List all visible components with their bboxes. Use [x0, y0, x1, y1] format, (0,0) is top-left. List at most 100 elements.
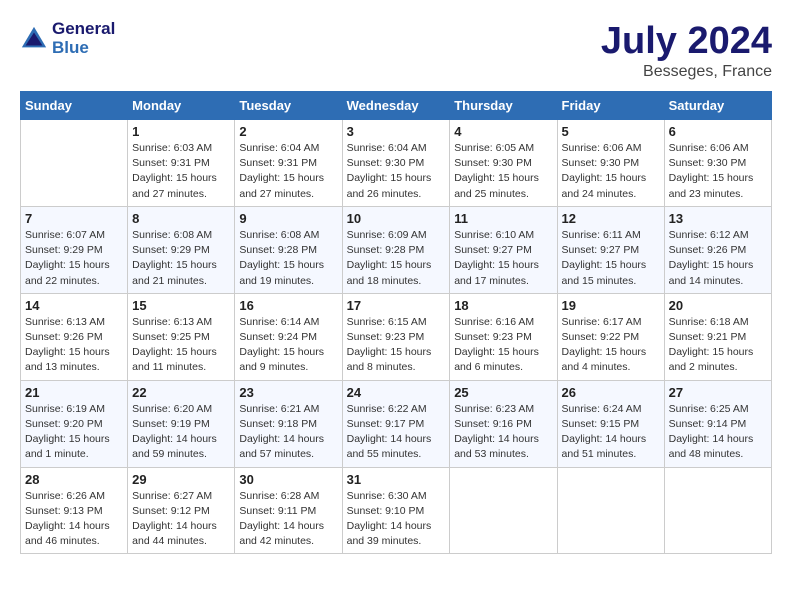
calendar-cell: 31Sunrise: 6:30 AM Sunset: 9:10 PM Dayli…	[342, 467, 450, 554]
logo-text: General Blue	[52, 20, 115, 57]
day-number: 18	[454, 298, 552, 313]
week-row-2: 7Sunrise: 6:07 AM Sunset: 9:29 PM Daylig…	[21, 206, 772, 293]
day-info: Sunrise: 6:08 AM Sunset: 9:28 PM Dayligh…	[239, 228, 337, 289]
day-info: Sunrise: 6:25 AM Sunset: 9:14 PM Dayligh…	[669, 402, 767, 463]
day-number: 3	[347, 124, 446, 139]
col-header-tuesday: Tuesday	[235, 92, 342, 120]
day-number: 1	[132, 124, 230, 139]
calendar-cell: 19 Sunrise: 6:17 AM Sunset: 9:22 PM Dayli…	[557, 293, 664, 380]
day-number: 6	[669, 124, 767, 139]
calendar-cell	[450, 467, 557, 554]
col-header-saturday: Saturday	[664, 92, 771, 120]
header: General Blue July 2024 Besseges, France	[20, 20, 772, 81]
day-number: 23	[239, 385, 337, 400]
day-info: Sunrise: 6:20 AM Sunset: 9:19 PM Dayligh…	[132, 402, 230, 463]
calendar-cell: 14 Sunrise: 6:13 AM Sunset: 9:26 PM Dayli…	[21, 293, 128, 380]
calendar-cell: 4 Sunrise: 6:05 AM Sunset: 9:30 PM Daylig…	[450, 120, 557, 207]
day-info: Sunrise: 6:27 AM Sunset: 9:12 PM Dayligh…	[132, 489, 230, 550]
week-row-3: 14 Sunrise: 6:13 AM Sunset: 9:26 PM Dayli…	[21, 293, 772, 380]
logo: General Blue	[20, 20, 115, 57]
calendar-cell: 13 Sunrise: 6:12 AM Sunset: 9:26 PM Dayli…	[664, 206, 771, 293]
col-header-monday: Monday	[128, 92, 235, 120]
day-info: Sunrise: 6:06 AM Sunset: 9:30 PM Dayligh…	[562, 141, 660, 202]
column-headers: SundayMondayTuesdayWednesdayThursdayFrid…	[21, 92, 772, 120]
calendar-cell: 17Sunrise: 6:15 AM Sunset: 9:23 PM Dayli…	[342, 293, 450, 380]
day-info: Sunrise: 6:21 AM Sunset: 9:18 PM Dayligh…	[239, 402, 337, 463]
day-info: Sunrise: 6:13 AM Sunset: 9:26 PM Dayligh…	[25, 315, 123, 376]
day-number: 12	[562, 211, 660, 226]
calendar-cell: 24 Sunrise: 6:22 AM Sunset: 9:17 PM Dayli…	[342, 380, 450, 467]
calendar-cell: 6 Sunrise: 6:06 AM Sunset: 9:30 PM Daylig…	[664, 120, 771, 207]
calendar-cell: 7Sunrise: 6:07 AM Sunset: 9:29 PM Daylig…	[21, 206, 128, 293]
col-header-thursday: Thursday	[450, 92, 557, 120]
calendar-cell: 18 Sunrise: 6:16 AM Sunset: 9:23 PM Dayli…	[450, 293, 557, 380]
calendar-table: SundayMondayTuesdayWednesdayThursdayFrid…	[20, 91, 772, 554]
day-info: Sunrise: 6:15 AM Sunset: 9:23 PM Dayligh…	[347, 315, 446, 376]
day-number: 14	[25, 298, 123, 313]
logo-icon	[20, 25, 48, 53]
day-info: Sunrise: 6:28 AM Sunset: 9:11 PM Dayligh…	[239, 489, 337, 550]
day-info: Sunrise: 6:14 AM Sunset: 9:24 PM Dayligh…	[239, 315, 337, 376]
location-title: Besseges, France	[601, 63, 772, 81]
day-info: Sunrise: 6:17 AM Sunset: 9:22 PM Dayligh…	[562, 315, 660, 376]
day-info: Sunrise: 6:16 AM Sunset: 9:23 PM Dayligh…	[454, 315, 552, 376]
calendar-cell: 11 Sunrise: 6:10 AM Sunset: 9:27 PM Dayli…	[450, 206, 557, 293]
day-number: 16	[239, 298, 337, 313]
day-info: Sunrise: 6:24 AM Sunset: 9:15 PM Dayligh…	[562, 402, 660, 463]
calendar-cell: 30 Sunrise: 6:28 AM Sunset: 9:11 PM Dayli…	[235, 467, 342, 554]
day-info: Sunrise: 6:05 AM Sunset: 9:30 PM Dayligh…	[454, 141, 552, 202]
day-info: Sunrise: 6:23 AM Sunset: 9:16 PM Dayligh…	[454, 402, 552, 463]
day-number: 25	[454, 385, 552, 400]
day-info: Sunrise: 6:22 AM Sunset: 9:17 PM Dayligh…	[347, 402, 446, 463]
calendar-cell	[557, 467, 664, 554]
day-number: 8	[132, 211, 230, 226]
day-info: Sunrise: 6:06 AM Sunset: 9:30 PM Dayligh…	[669, 141, 767, 202]
day-number: 30	[239, 472, 337, 487]
day-number: 24	[347, 385, 446, 400]
calendar-cell: 1Sunrise: 6:03 AM Sunset: 9:31 PM Daylig…	[128, 120, 235, 207]
day-number: 13	[669, 211, 767, 226]
calendar-cell: 3 Sunrise: 6:04 AM Sunset: 9:30 PM Daylig…	[342, 120, 450, 207]
week-row-5: 28Sunrise: 6:26 AM Sunset: 9:13 PM Dayli…	[21, 467, 772, 554]
day-number: 5	[562, 124, 660, 139]
day-number: 7	[25, 211, 123, 226]
day-number: 11	[454, 211, 552, 226]
day-number: 27	[669, 385, 767, 400]
calendar-cell: 9 Sunrise: 6:08 AM Sunset: 9:28 PM Daylig…	[235, 206, 342, 293]
day-info: Sunrise: 6:18 AM Sunset: 9:21 PM Dayligh…	[669, 315, 767, 376]
week-row-1: 1Sunrise: 6:03 AM Sunset: 9:31 PM Daylig…	[21, 120, 772, 207]
calendar-cell: 8 Sunrise: 6:08 AM Sunset: 9:29 PM Daylig…	[128, 206, 235, 293]
day-number: 10	[347, 211, 446, 226]
calendar-cell: 23 Sunrise: 6:21 AM Sunset: 9:18 PM Dayli…	[235, 380, 342, 467]
month-title: July 2024	[601, 20, 772, 63]
col-header-friday: Friday	[557, 92, 664, 120]
day-number: 19	[562, 298, 660, 313]
calendar-cell: 22 Sunrise: 6:20 AM Sunset: 9:19 PM Dayli…	[128, 380, 235, 467]
day-number: 20	[669, 298, 767, 313]
day-info: Sunrise: 6:13 AM Sunset: 9:25 PM Dayligh…	[132, 315, 230, 376]
calendar-cell	[21, 120, 128, 207]
day-info: Sunrise: 6:04 AM Sunset: 9:30 PM Dayligh…	[347, 141, 446, 202]
day-number: 31	[347, 472, 446, 487]
calendar-cell: 15 Sunrise: 6:13 AM Sunset: 9:25 PM Dayli…	[128, 293, 235, 380]
day-number: 2	[239, 124, 337, 139]
day-info: Sunrise: 6:08 AM Sunset: 9:29 PM Dayligh…	[132, 228, 230, 289]
day-number: 15	[132, 298, 230, 313]
day-number: 22	[132, 385, 230, 400]
calendar-cell: 10 Sunrise: 6:09 AM Sunset: 9:28 PM Dayli…	[342, 206, 450, 293]
calendar-cell: 25 Sunrise: 6:23 AM Sunset: 9:16 PM Dayli…	[450, 380, 557, 467]
day-number: 9	[239, 211, 337, 226]
col-header-sunday: Sunday	[21, 92, 128, 120]
calendar-cell: 26Sunrise: 6:24 AM Sunset: 9:15 PM Dayli…	[557, 380, 664, 467]
day-info: Sunrise: 6:04 AM Sunset: 9:31 PM Dayligh…	[239, 141, 337, 202]
calendar-cell: 28Sunrise: 6:26 AM Sunset: 9:13 PM Dayli…	[21, 467, 128, 554]
calendar-cell	[664, 467, 771, 554]
day-info: Sunrise: 6:19 AM Sunset: 9:20 PM Dayligh…	[25, 402, 123, 463]
day-info: Sunrise: 6:12 AM Sunset: 9:26 PM Dayligh…	[669, 228, 767, 289]
day-info: Sunrise: 6:10 AM Sunset: 9:27 PM Dayligh…	[454, 228, 552, 289]
day-number: 4	[454, 124, 552, 139]
calendar-cell: 21Sunrise: 6:19 AM Sunset: 9:20 PM Dayli…	[21, 380, 128, 467]
calendar-cell: 12Sunrise: 6:11 AM Sunset: 9:27 PM Dayli…	[557, 206, 664, 293]
day-info: Sunrise: 6:09 AM Sunset: 9:28 PM Dayligh…	[347, 228, 446, 289]
day-number: 29	[132, 472, 230, 487]
